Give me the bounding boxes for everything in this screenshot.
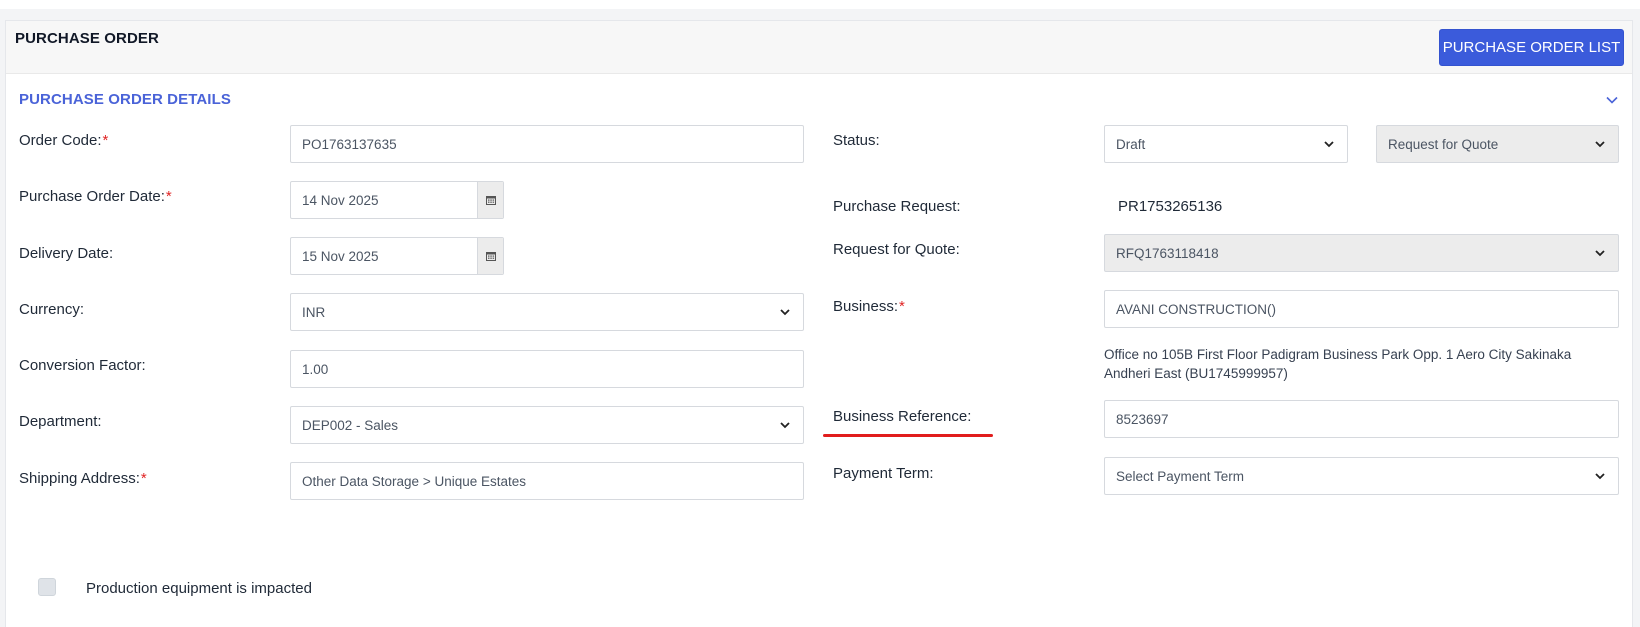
delivery-date-label: Delivery Date: bbox=[19, 245, 114, 262]
business-reference-input[interactable]: 8523697 bbox=[1104, 400, 1619, 438]
department-select[interactable]: DEP002 - Sales bbox=[290, 406, 804, 444]
section-title: PURCHASE ORDER DETAILS bbox=[19, 91, 231, 108]
chevron-down-icon bbox=[780, 309, 790, 316]
chevron-down-icon bbox=[1324, 141, 1334, 148]
calendar-icon[interactable] bbox=[477, 182, 503, 218]
required-marker: * bbox=[165, 188, 172, 205]
production-impacted-label: Production equipment is impacted bbox=[86, 580, 312, 597]
status-label: Status: bbox=[833, 132, 880, 149]
business-reference-label: Business Reference: bbox=[833, 408, 972, 425]
chevron-down-icon bbox=[780, 422, 790, 429]
business-address: Office no 105B First Floor Padigram Busi… bbox=[1104, 347, 1572, 381]
purchase-order-list-button[interactable]: PURCHASE ORDER LIST bbox=[1439, 29, 1624, 66]
page-title: PURCHASE ORDER bbox=[15, 30, 159, 47]
order-code-input[interactable]: PO1763137635 bbox=[290, 125, 804, 163]
card-header: PURCHASE ORDER PURCHASE ORDER LIST bbox=[6, 21, 1632, 74]
shipping-address-label: Shipping Address:* bbox=[19, 470, 147, 487]
required-marker: * bbox=[140, 470, 147, 487]
required-marker: * bbox=[102, 132, 109, 149]
purchase-request-value: PR1753265136 bbox=[1118, 198, 1223, 215]
business-input[interactable]: AVANI CONSTRUCTION() bbox=[1104, 290, 1619, 328]
request-for-quote-label: Request for Quote: bbox=[833, 241, 960, 258]
delivery-date-input[interactable]: 15 Nov 2025 bbox=[290, 237, 504, 275]
shipping-address-input[interactable]: Other Data Storage > Unique Estates bbox=[290, 462, 804, 500]
top-strip bbox=[0, 0, 1640, 9]
department-label: Department: bbox=[19, 413, 102, 430]
po-date-label: Purchase Order Date:* bbox=[19, 188, 172, 205]
payment-term-select[interactable]: Select Payment Term bbox=[1104, 457, 1619, 495]
conversion-factor-label: Conversion Factor: bbox=[19, 357, 146, 374]
order-code-label: Order Code:* bbox=[19, 132, 109, 149]
currency-label: Currency: bbox=[19, 301, 85, 318]
status-select[interactable]: Draft bbox=[1104, 125, 1348, 163]
payment-term-label: Payment Term: bbox=[833, 465, 934, 482]
business-label: Business:* bbox=[833, 298, 905, 315]
status-source-select[interactable]: Request for Quote bbox=[1376, 125, 1619, 163]
request-for-quote-select[interactable]: RFQ1763118418 bbox=[1104, 234, 1619, 272]
calendar-icon[interactable] bbox=[477, 238, 503, 274]
required-marker: * bbox=[899, 298, 905, 315]
currency-select[interactable]: INR bbox=[290, 293, 804, 331]
highlight-underline bbox=[823, 434, 993, 437]
production-impacted-checkbox[interactable] bbox=[38, 578, 56, 596]
collapse-chevron-icon[interactable] bbox=[1604, 92, 1620, 108]
chevron-down-icon bbox=[1595, 473, 1605, 480]
purchase-request-label: Purchase Request: bbox=[833, 198, 961, 215]
conversion-factor-input[interactable]: 1.00 bbox=[290, 350, 804, 388]
po-date-input[interactable]: 14 Nov 2025 bbox=[290, 181, 504, 219]
chevron-down-icon bbox=[1595, 250, 1605, 257]
chevron-down-icon bbox=[1595, 141, 1605, 148]
